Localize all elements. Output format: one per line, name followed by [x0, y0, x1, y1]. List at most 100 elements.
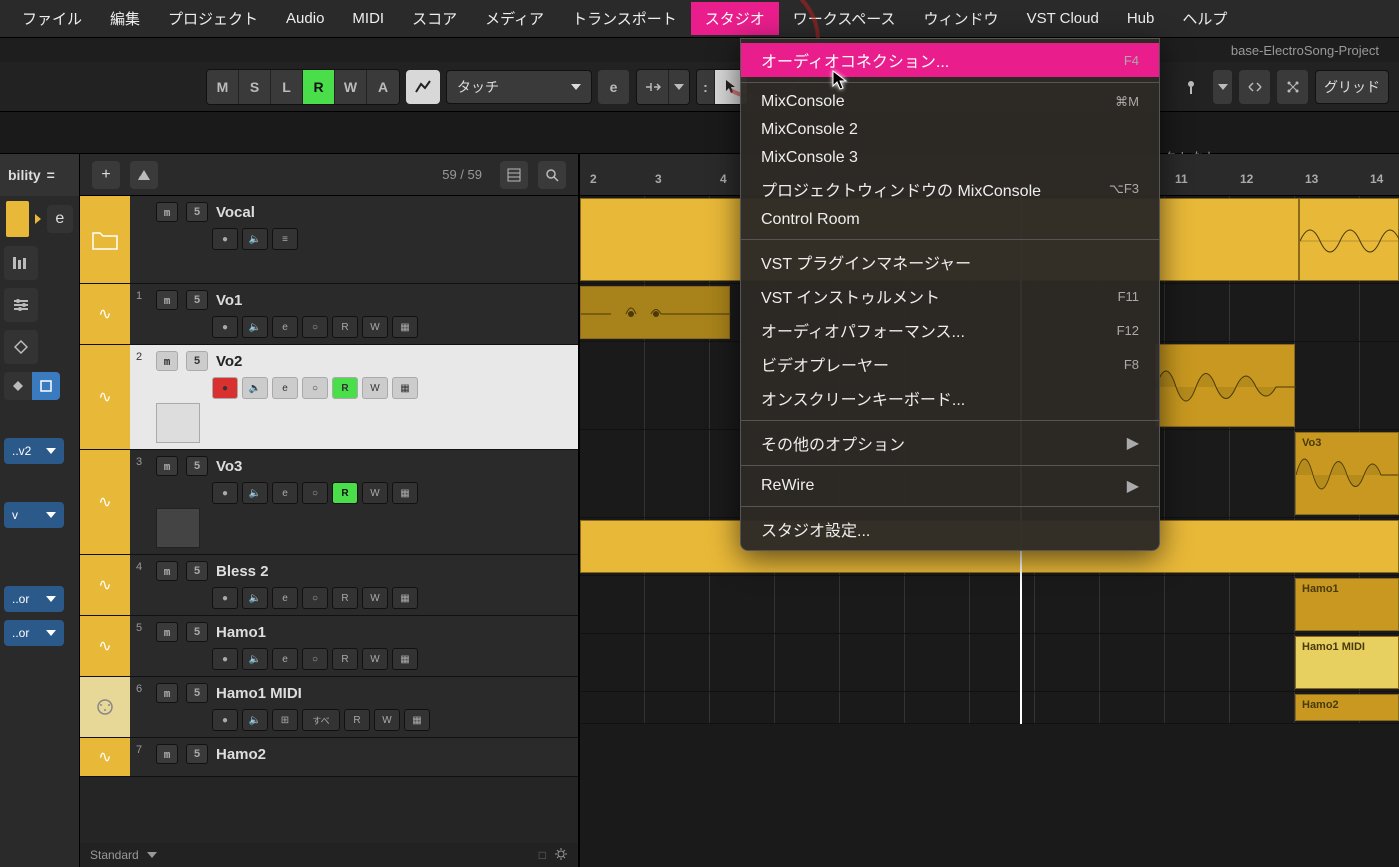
monitor-button[interactable]: 🔈 [242, 377, 268, 399]
menu-hub[interactable]: Hub [1113, 4, 1169, 33]
lanes-button[interactable]: ▦ [392, 316, 418, 338]
lanes-button[interactable]: ▦ [392, 482, 418, 504]
solo-all-button[interactable]: S [239, 70, 271, 104]
play-icon[interactable] [35, 214, 41, 224]
read-button[interactable]: R [332, 316, 358, 338]
track-hamo1[interactable]: ∿ 5 m 5 Hamo1 ● 🔈 e ○ R W ▦ [80, 616, 578, 677]
listen-button[interactable]: L [271, 70, 303, 104]
audio-event[interactable] [580, 286, 730, 339]
monitor-button[interactable]: 🔈 [242, 709, 268, 731]
menu-project[interactable]: プロジェクト [154, 2, 272, 35]
mute-button[interactable]: m [156, 290, 178, 310]
track-presets-button[interactable] [130, 161, 158, 189]
menu-button[interactable]: ≡ [272, 228, 298, 250]
freeze-button[interactable]: ○ [302, 316, 328, 338]
menu-rewire[interactable]: ReWire▶ [741, 471, 1159, 501]
freeze-button[interactable]: ○ [302, 587, 328, 609]
menu-audio-connections[interactable]: オーディオコネクション...F4 [741, 43, 1159, 77]
automation-panel-icon[interactable] [406, 70, 440, 104]
track-vo2[interactable]: ∿ 2 m 5 Vo2 ● 🔈 e ○ R W ▦ [80, 345, 578, 450]
event-row-hamo1[interactable]: Hamo1 [580, 576, 1399, 634]
menu-vst-plugin-manager[interactable]: VST プラグインマネージャー [741, 245, 1159, 279]
edit-button[interactable]: e [272, 648, 298, 670]
read-automation-button[interactable]: R [303, 70, 335, 104]
solo-button[interactable]: 5 [186, 351, 208, 371]
track-vo3[interactable]: ∿ 3 m 5 Vo3 ● 🔈 e ○ R W ▦ [80, 450, 578, 555]
solo-button[interactable]: 5 [186, 290, 208, 310]
record-button[interactable]: ● [212, 377, 238, 399]
menu-studio-setup[interactable]: スタジオ設定... [741, 512, 1159, 546]
event-row-hamo1-midi[interactable]: Hamo1 MIDI [580, 634, 1399, 692]
event-row-hamo2[interactable]: Hamo2 [580, 692, 1399, 724]
lanes-button[interactable]: ▦ [392, 587, 418, 609]
track-vocal-folder[interactable]: m 5 Vocal ● 🔈 ≡ [80, 196, 578, 284]
menu-help[interactable]: ヘルプ [1168, 2, 1241, 35]
autoscroll-button[interactable] [637, 70, 669, 104]
midi-event[interactable]: Hamo1 MIDI [1295, 636, 1399, 689]
preset-v2[interactable]: ..v2 [4, 438, 64, 464]
menu-midi[interactable]: MIDI [338, 4, 398, 33]
menu-vst-instruments[interactable]: VST インストゥルメントF11 [741, 279, 1159, 313]
preset-label[interactable]: Standard [90, 848, 139, 862]
write-button[interactable]: W [362, 482, 388, 504]
menu-video-player[interactable]: ビデオプレーヤーF8 [741, 347, 1159, 381]
lanes-button[interactable]: ▦ [392, 648, 418, 670]
menu-project-mixconsole[interactable]: プロジェクトウィンドウの MixConsole⌥F3 [741, 172, 1159, 206]
grid-type-icon[interactable] [1277, 70, 1309, 104]
menu-studio[interactable]: スタジオ [691, 2, 779, 35]
search-button[interactable] [538, 161, 566, 189]
square-icon[interactable] [32, 372, 60, 400]
read-button[interactable]: R [332, 482, 358, 504]
mute-all-button[interactable]: M [207, 70, 239, 104]
solo-button[interactable]: 5 [186, 202, 208, 222]
edit-button[interactable]: e [272, 482, 298, 504]
menu-file[interactable]: ファイル [8, 2, 96, 35]
mute-button[interactable]: m [156, 744, 178, 764]
sliders-icon[interactable] [4, 288, 38, 322]
write-button[interactable]: W [362, 377, 388, 399]
lanes-button[interactable]: ▦ [392, 377, 418, 399]
folder-icon[interactable] [80, 196, 130, 283]
read-button[interactable]: R [344, 709, 370, 731]
mute-button[interactable]: m [156, 561, 178, 581]
record-button[interactable]: ● [212, 709, 238, 731]
menu-transport[interactable]: トランスポート [558, 2, 691, 35]
edit-button[interactable]: e [272, 587, 298, 609]
mute-button[interactable]: m [156, 202, 178, 222]
monitor-button[interactable]: 🔈 [242, 228, 268, 250]
monitor-button[interactable]: 🔈 [242, 648, 268, 670]
solo-button[interactable]: 5 [186, 561, 208, 581]
record-button[interactable]: ● [212, 482, 238, 504]
diamond-icon[interactable] [4, 330, 38, 364]
write-button[interactable]: W [362, 316, 388, 338]
freeze-button[interactable]: ○ [302, 377, 328, 399]
folder-event-end[interactable] [1299, 198, 1399, 281]
menu-audio[interactable]: Audio [272, 4, 338, 33]
audio-event[interactable]: Vo3 [1295, 432, 1399, 515]
audio-event[interactable] [1155, 344, 1295, 427]
record-button[interactable]: ● [212, 228, 238, 250]
bars-icon[interactable] [4, 246, 38, 280]
monitor-button[interactable]: 🔈 [242, 316, 268, 338]
tracklist-view-button[interactable] [500, 161, 528, 189]
tool-prev[interactable]: : [697, 70, 715, 104]
read-button[interactable]: R [332, 587, 358, 609]
menu-workspace[interactable]: ワークスペース [779, 2, 910, 35]
menu-mixconsole3[interactable]: MixConsole 3 [741, 144, 1159, 172]
solo-button[interactable]: 5 [186, 622, 208, 642]
preset-v[interactable]: v [4, 502, 64, 528]
drum-button[interactable]: ⊞ [272, 709, 298, 731]
record-button[interactable]: ● [212, 316, 238, 338]
monitor-button[interactable]: 🔈 [242, 482, 268, 504]
mute-button[interactable]: m [156, 622, 178, 642]
menu-edit[interactable]: 編集 [96, 2, 154, 35]
audio-event[interactable]: Hamo1 [1295, 578, 1399, 631]
write-button[interactable]: W [374, 709, 400, 731]
e-button[interactable]: e [598, 70, 630, 104]
grid-dropdown[interactable]: グリッド [1315, 70, 1389, 104]
edit-button[interactable]: e [272, 377, 298, 399]
autoscroll-dropdown[interactable] [669, 70, 689, 104]
monitor-button[interactable]: 🔈 [242, 587, 268, 609]
menu-score[interactable]: スコア [398, 2, 471, 35]
diamond-small-icon[interactable] [4, 372, 32, 400]
